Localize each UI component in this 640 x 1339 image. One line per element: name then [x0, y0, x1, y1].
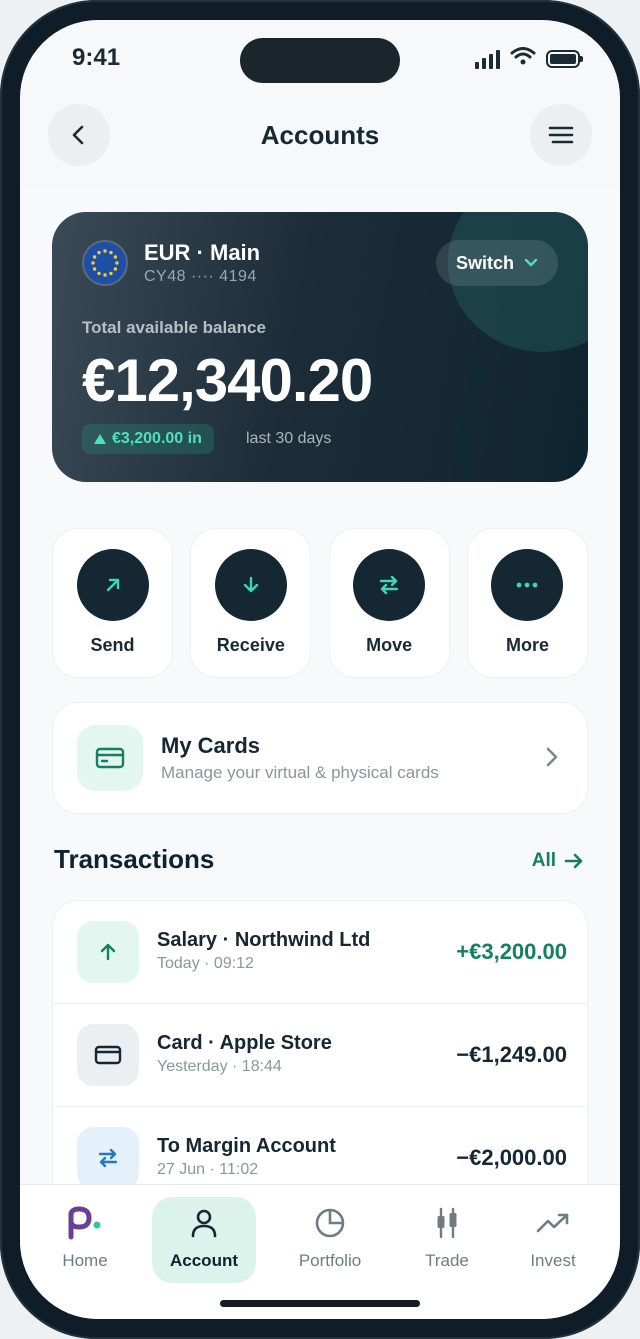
screen: 9:41 Accounts EUR · Main CY48 ···· 4194 … — [20, 20, 620, 1319]
content: EUR · Main CY48 ···· 4194 Switch Total a… — [20, 188, 620, 1220]
arrow-up-right-icon — [76, 549, 149, 621]
all-label: All — [531, 850, 556, 871]
tab-label: Invest — [530, 1251, 576, 1270]
arrow-right-icon — [564, 853, 583, 869]
transaction-row[interactable]: Card · Apple Store Yesterday · 18:44 −€1… — [53, 1004, 587, 1107]
transaction-time: Today · 09:12 — [157, 955, 254, 972]
receive-button[interactable]: Receive — [190, 528, 312, 678]
move-button[interactable]: Move — [328, 528, 450, 678]
chevron-right-icon — [546, 747, 558, 767]
balance-amount: €12,340.20 — [82, 347, 373, 414]
signal-icon — [475, 49, 500, 69]
swap-icon — [77, 1127, 139, 1189]
balance-change-badge: €3,200.00 in — [82, 424, 214, 454]
status-time: 9:41 — [72, 44, 121, 71]
card-icon — [77, 1024, 139, 1086]
more-button[interactable]: More — [466, 528, 588, 678]
tab-bar: Home Account Portfolio Trade Invest — [20, 1184, 620, 1319]
switch-account-button[interactable]: Switch — [435, 240, 558, 286]
menu-button[interactable] — [530, 104, 592, 166]
send-button[interactable]: Send — [52, 528, 173, 678]
arrow-up-icon — [77, 921, 139, 983]
hamburger-icon — [548, 126, 574, 144]
action-label: More — [505, 635, 549, 655]
all-transactions-link[interactable]: All — [532, 850, 584, 872]
transaction-title: To Margin Account — [157, 1135, 336, 1157]
candlestick-icon — [433, 1201, 461, 1245]
home-indicator — [220, 1300, 420, 1307]
balance-label: Total available balance — [82, 318, 266, 337]
arrow-down-icon — [214, 549, 287, 621]
battery-icon — [546, 49, 583, 68]
chevron-down-icon — [524, 258, 538, 267]
card-icon — [77, 725, 143, 791]
balance-change: €3,200.00 in — [112, 430, 202, 447]
eu-flag-icon — [82, 240, 128, 286]
header: Accounts — [20, 104, 620, 188]
switch-label: Switch — [455, 252, 514, 273]
tab-label: Account — [170, 1251, 238, 1270]
person-icon — [190, 1201, 218, 1245]
balance-card: EUR · Main CY48 ···· 4194 Switch Total a… — [52, 212, 588, 482]
transaction-row[interactable]: Salary · Northwind Ltd Today · 09:12 +€3… — [53, 901, 587, 1004]
pie-chart-icon — [314, 1201, 346, 1245]
my-cards-subtitle: Manage your virtual & physical cards — [161, 763, 439, 782]
logo-icon — [65, 1201, 105, 1245]
transaction-title: Card · Apple Store — [157, 1032, 332, 1054]
balance-period: last 30 days — [246, 430, 332, 447]
action-label: Move — [366, 635, 413, 655]
tab-account[interactable]: Account — [152, 1197, 256, 1283]
transaction-amount: +€3,200.00 — [456, 939, 567, 964]
trend-icon — [536, 1201, 570, 1245]
transaction-title: Salary · Northwind Ltd — [157, 929, 371, 951]
account-name: EUR · Main — [144, 240, 261, 265]
my-cards-row[interactable]: My Cards Manage your virtual & physical … — [52, 702, 588, 814]
transactions-list: Salary · Northwind Ltd Today · 09:12 +€3… — [52, 900, 588, 1220]
status-icons — [475, 46, 583, 71]
tab-trade[interactable]: Trade — [412, 1197, 482, 1283]
wifi-icon — [510, 46, 536, 71]
transactions-heading: Transactions — [54, 844, 215, 874]
tab-label: Portfolio — [298, 1251, 362, 1270]
tab-label: Trade — [425, 1251, 469, 1270]
transaction-time: Yesterday · 18:44 — [157, 1058, 282, 1075]
tab-label: Home — [62, 1251, 108, 1270]
tab-invest[interactable]: Invest — [516, 1197, 590, 1283]
action-label: Receive — [216, 635, 285, 655]
quick-actions: Send Receive Move More — [52, 528, 588, 678]
phone-frame: 9:41 Accounts EUR · Main CY48 ···· 4194 … — [0, 0, 640, 1339]
triangle-up-icon — [94, 434, 106, 444]
tab-portfolio[interactable]: Portfolio — [286, 1197, 374, 1283]
dynamic-island — [240, 38, 400, 83]
account-number: CY48 ···· 4194 — [144, 268, 257, 285]
swap-icon — [353, 549, 426, 621]
action-label: Send — [90, 635, 135, 655]
more-dots-icon — [491, 549, 564, 621]
transaction-amount: −€1,249.00 — [456, 1042, 567, 1067]
tab-home[interactable]: Home — [48, 1197, 122, 1283]
transaction-time: 27 Jun · 11:02 — [157, 1161, 259, 1178]
my-cards-title: My Cards — [161, 733, 261, 758]
transaction-amount: −€2,000.00 — [456, 1145, 567, 1170]
